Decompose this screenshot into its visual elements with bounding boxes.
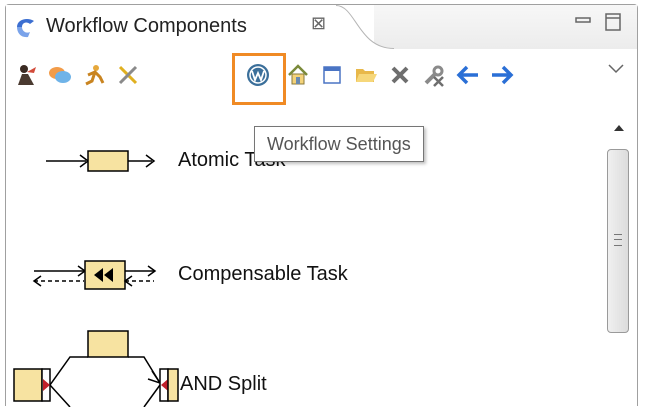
toolbar-button-runner[interactable]: [78, 59, 110, 91]
minimize-icon[interactable]: [573, 11, 595, 33]
tools-icon: [118, 65, 138, 85]
view-menu-icon[interactable]: [607, 63, 625, 75]
toolbar-button-open[interactable]: [350, 59, 382, 91]
worker-icon: [18, 65, 36, 85]
toolbar-button-worker[interactable]: [10, 59, 42, 91]
view-toolbar: [6, 49, 637, 113]
wrench-delete-icon: [424, 65, 444, 87]
toolbar-button-home[interactable]: [282, 59, 314, 91]
toolbar-button-window[interactable]: [316, 59, 348, 91]
tooltip: Workflow Settings: [254, 126, 424, 162]
toolbar-button-delete[interactable]: [384, 59, 416, 91]
delete-icon: [391, 66, 409, 84]
toolbar-button-tools[interactable]: [112, 59, 144, 91]
window-icon: [323, 66, 341, 84]
toolbar-button-chat[interactable]: [44, 59, 76, 91]
close-icon[interactable]: ⊠: [311, 13, 326, 34]
maximize-icon[interactable]: [603, 11, 625, 33]
back-arrow-icon: [456, 65, 478, 85]
scrollbar-thumb[interactable]: [607, 149, 629, 333]
tab-edge: [336, 5, 395, 49]
toolbar-button-wrench-delete[interactable]: [418, 59, 450, 91]
forward-arrow-icon: [492, 65, 514, 85]
atomic-task-icon: [46, 150, 156, 172]
toolbar-button-workflow-settings[interactable]: [242, 59, 274, 91]
folder-open-icon: [356, 69, 377, 82]
palette-item-compensable-task[interactable]: Compensable Task: [6, 245, 586, 305]
home-icon: [288, 64, 308, 85]
toolbar-button-back[interactable]: [452, 59, 484, 91]
scroll-up-icon[interactable]: [613, 123, 625, 133]
view-tab[interactable]: Workflow Components ⊠: [6, 5, 374, 49]
palette-item-label: AND Split: [180, 373, 267, 395]
workflow-icon: [17, 19, 34, 38]
view-tab-strip: Workflow Components ⊠: [6, 5, 637, 50]
toolbar-button-forward[interactable]: [486, 59, 518, 91]
chat-bubbles-icon: [49, 67, 71, 83]
palette-item-and-split[interactable]: AND Split: [6, 327, 586, 407]
view-tab-title: Workflow Components: [46, 15, 247, 37]
and-split-icon: [13, 330, 179, 407]
grip-icon: [614, 234, 622, 246]
wordpress-icon: [247, 64, 269, 86]
vertical-scrollbar[interactable]: [601, 113, 637, 407]
compensable-task-icon: [32, 260, 157, 290]
palette-item-label: Compensable Task: [178, 263, 348, 285]
runner-icon: [85, 65, 105, 86]
view-frame: Workflow Components ⊠ Atomic Task Compen…: [5, 4, 638, 407]
